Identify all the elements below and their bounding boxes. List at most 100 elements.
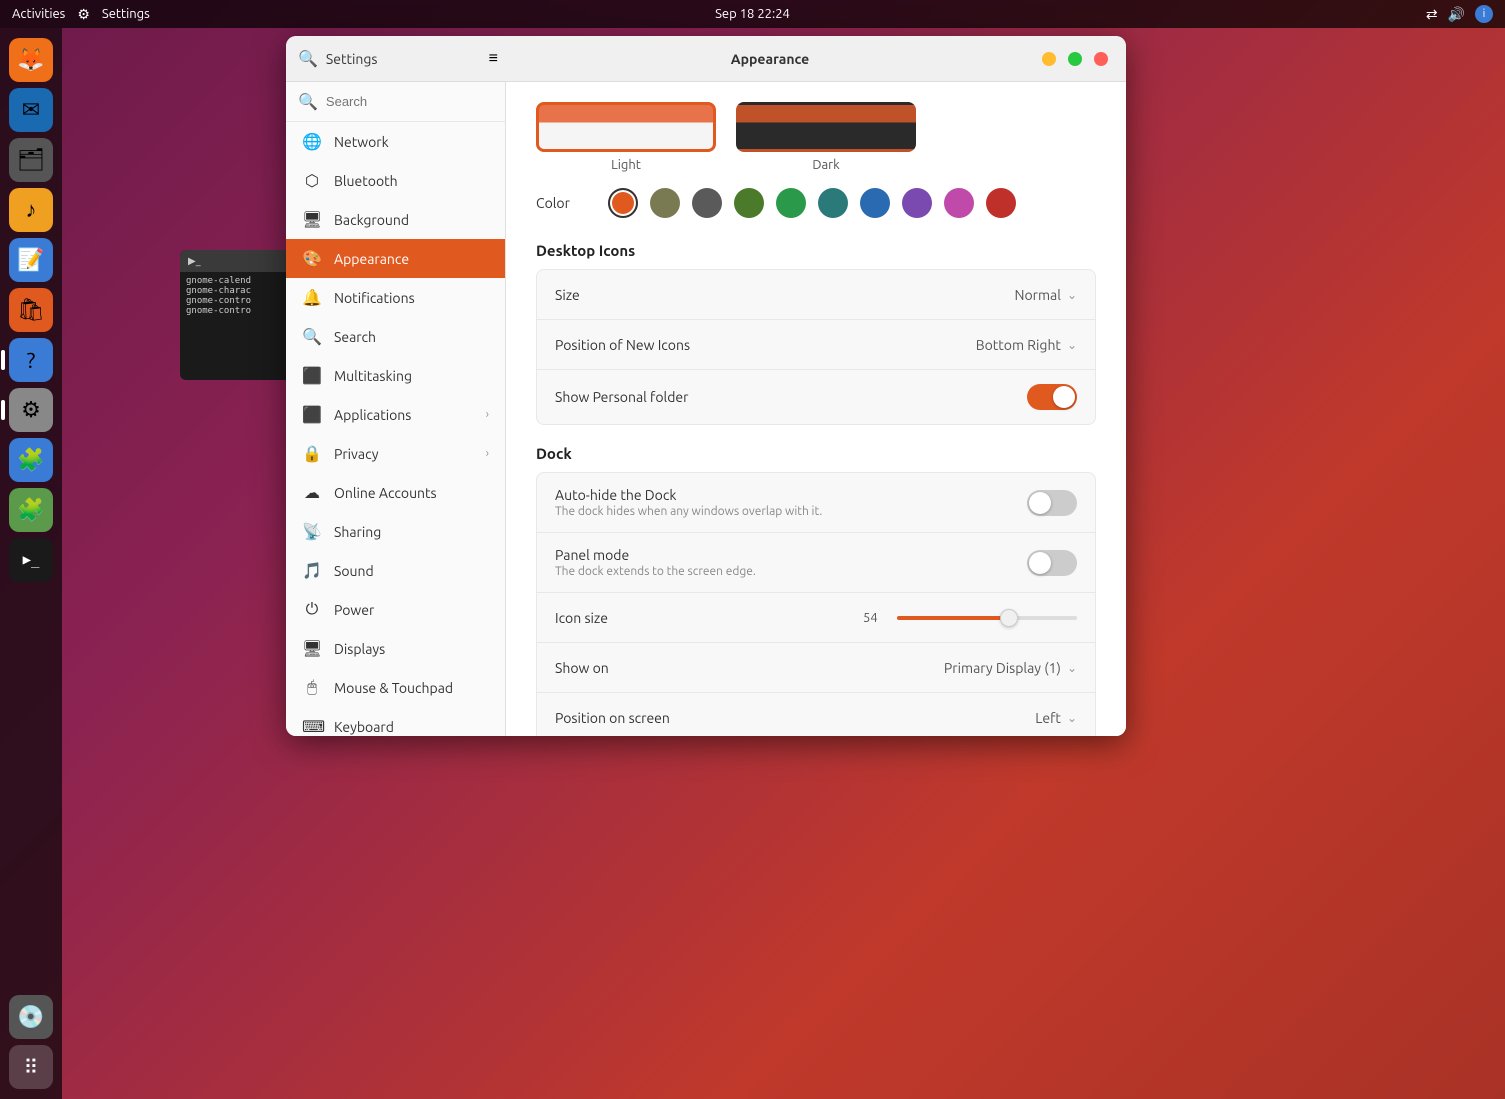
- writer-icon[interactable]: 📝: [9, 238, 53, 282]
- color-swatch-blue[interactable]: [860, 188, 890, 218]
- autohide-toggle[interactable]: [1027, 490, 1077, 516]
- sidebar-item-privacy[interactable]: 🔒 Privacy ›: [286, 434, 505, 473]
- sidebar-item-online-accounts[interactable]: ☁ Online Accounts: [286, 473, 505, 512]
- color-row: Color: [536, 188, 1096, 218]
- color-swatch-pink[interactable]: [944, 188, 974, 218]
- sidebar-item-search[interactable]: 🔍 Search: [286, 317, 505, 356]
- color-swatch-darkgray[interactable]: [692, 188, 722, 218]
- appstore-icon[interactable]: 🛍: [9, 288, 53, 332]
- close-button[interactable]: [1094, 52, 1108, 66]
- color-swatch-green[interactable]: [776, 188, 806, 218]
- sidebar-item-notifications[interactable]: 🔔 Notifications: [286, 278, 505, 317]
- sidebar-item-keyboard[interactable]: ⌨ Keyboard: [286, 707, 505, 736]
- dock: 🦊 ✉ 🗂 ♪ 📝 🛍 ? ⚙ 🧩 🧩 ▶_ 💿 ⠿: [0, 28, 62, 1099]
- panel-mode-toggle[interactable]: [1027, 550, 1077, 576]
- size-row-label: Size: [555, 287, 1014, 303]
- sidebar-item-sharing[interactable]: 📡 Sharing: [286, 512, 505, 551]
- extensions-icon[interactable]: 🧩: [9, 438, 53, 482]
- color-swatch-olive[interactable]: [650, 188, 680, 218]
- personal-folder-toggle[interactable]: [1027, 384, 1077, 410]
- sidebar-item-background-label: Background: [334, 212, 409, 228]
- sidebar-item-appearance[interactable]: 🎨 Appearance: [286, 239, 505, 278]
- sidebar-item-network[interactable]: 🌐 Network: [286, 122, 505, 161]
- maximize-button[interactable]: [1068, 52, 1082, 66]
- appearance-icon: 🎨: [302, 249, 322, 268]
- settings-window: 🔍 Settings ≡ Appearance 🔍 🌐 Network: [286, 36, 1126, 736]
- position-screen-chevron-icon: ⌄: [1067, 711, 1077, 725]
- sidebar-item-power[interactable]: ⏻ Power: [286, 590, 505, 629]
- panel-mode-label-group: Panel mode The dock extends to the scree…: [555, 547, 1027, 578]
- sidebar-search-input[interactable]: [326, 94, 493, 109]
- hamburger-icon[interactable]: ≡: [489, 49, 498, 68]
- firefox-icon[interactable]: 🦊: [9, 38, 53, 82]
- thunderbird-icon[interactable]: ✉: [9, 88, 53, 132]
- sidebar-item-multitasking-label: Multitasking: [334, 368, 412, 384]
- sidebar-item-search-label: Search: [334, 329, 376, 345]
- sidebar-item-multitasking[interactable]: ⬛ Multitasking: [286, 356, 505, 395]
- sidebar-item-background[interactable]: 🖥 Background: [286, 200, 505, 239]
- show-on-row: Show on Primary Display (1) ⌄: [537, 643, 1095, 693]
- settings-app-label: Settings: [102, 7, 150, 21]
- dock-header: Dock: [536, 445, 1096, 462]
- position-screen-label: Position on screen: [555, 710, 1035, 726]
- activities-button[interactable]: Activities: [12, 7, 65, 21]
- disc-icon[interactable]: 💿: [9, 995, 53, 1039]
- applications-icon: ⬛: [302, 405, 322, 424]
- color-swatch-red[interactable]: [986, 188, 1016, 218]
- autohide-label-group: Auto-hide the Dock The dock hides when a…: [555, 487, 1027, 518]
- color-swatch-orange[interactable]: [608, 188, 638, 218]
- sidebar-item-applications[interactable]: ⬛ Applications ›: [286, 395, 505, 434]
- minimize-button[interactable]: [1042, 52, 1056, 66]
- keyboard-icon: ⌨: [302, 717, 322, 736]
- show-on-label: Show on: [555, 660, 944, 676]
- terminal-dock-icon[interactable]: ▶_: [9, 538, 53, 582]
- personal-folder-row: Show Personal folder: [537, 370, 1095, 424]
- sidebar-search-icon: 🔍: [298, 92, 318, 111]
- size-chevron-icon: ⌄: [1067, 288, 1077, 302]
- icon-size-slider-container: 54: [816, 611, 1077, 625]
- sidebar-item-applications-label: Applications: [334, 407, 411, 423]
- sidebar-item-privacy-label: Privacy: [334, 446, 378, 462]
- sidebar-item-network-label: Network: [334, 134, 389, 150]
- plugins-icon[interactable]: 🧩: [9, 488, 53, 532]
- icon-size-row: Icon size 54: [537, 593, 1095, 643]
- sidebar-item-sound-label: Sound: [334, 563, 374, 579]
- sidebar-item-displays[interactable]: 🖥 Displays: [286, 629, 505, 668]
- light-theme-preview[interactable]: [536, 102, 716, 152]
- network-topbar-icon: ⇄: [1426, 6, 1438, 23]
- position-chevron-icon: ⌄: [1067, 338, 1077, 352]
- position-row-label: Position of New Icons: [555, 337, 976, 353]
- help-icon[interactable]: ?: [9, 338, 53, 382]
- position-row-value[interactable]: Bottom Right ⌄: [976, 337, 1077, 353]
- panel-mode-row: Panel mode The dock extends to the scree…: [537, 533, 1095, 593]
- desktop-icons-header: Desktop Icons: [536, 242, 1096, 259]
- autohide-row: Auto-hide the Dock The dock hides when a…: [537, 473, 1095, 533]
- datetime: Sep 18 22:24: [715, 7, 790, 21]
- color-swatch-darkgreen[interactable]: [734, 188, 764, 218]
- color-swatch-teal[interactable]: [818, 188, 848, 218]
- position-screen-value[interactable]: Left ⌄: [1035, 710, 1077, 726]
- sidebar-item-sound[interactable]: 🎵 Sound: [286, 551, 505, 590]
- sidebar-item-mouse[interactable]: 🖱 Mouse & Touchpad: [286, 668, 505, 707]
- color-swatch-purple[interactable]: [902, 188, 932, 218]
- dock-card: Auto-hide the Dock The dock hides when a…: [536, 472, 1096, 736]
- rhythmbox-icon[interactable]: ♪: [9, 188, 53, 232]
- sidebar-item-bluetooth-label: Bluetooth: [334, 173, 398, 189]
- dark-theme-label: Dark: [812, 158, 839, 172]
- sidebar-search-bar[interactable]: 🔍: [286, 82, 505, 122]
- dark-theme-option[interactable]: Dark: [736, 102, 916, 172]
- icon-size-slider-track[interactable]: [897, 616, 1077, 620]
- light-theme-option[interactable]: Light: [536, 102, 716, 172]
- apps-grid-icon[interactable]: ⠿: [9, 1045, 53, 1089]
- icon-size-slider-thumb[interactable]: [1000, 609, 1018, 627]
- files-icon[interactable]: 🗂: [9, 138, 53, 182]
- settings-dock-icon[interactable]: ⚙: [9, 388, 53, 432]
- show-on-value[interactable]: Primary Display (1) ⌄: [944, 660, 1077, 676]
- applications-arrow-icon: ›: [486, 408, 489, 421]
- dark-theme-preview[interactable]: [736, 102, 916, 152]
- size-value-text: Normal: [1014, 287, 1060, 303]
- autohide-sublabel: The dock hides when any windows overlap …: [555, 505, 1027, 518]
- sidebar-item-bluetooth[interactable]: ⬡ Bluetooth: [286, 161, 505, 200]
- position-screen-value-text: Left: [1035, 710, 1061, 726]
- size-row-value[interactable]: Normal ⌄: [1014, 287, 1077, 303]
